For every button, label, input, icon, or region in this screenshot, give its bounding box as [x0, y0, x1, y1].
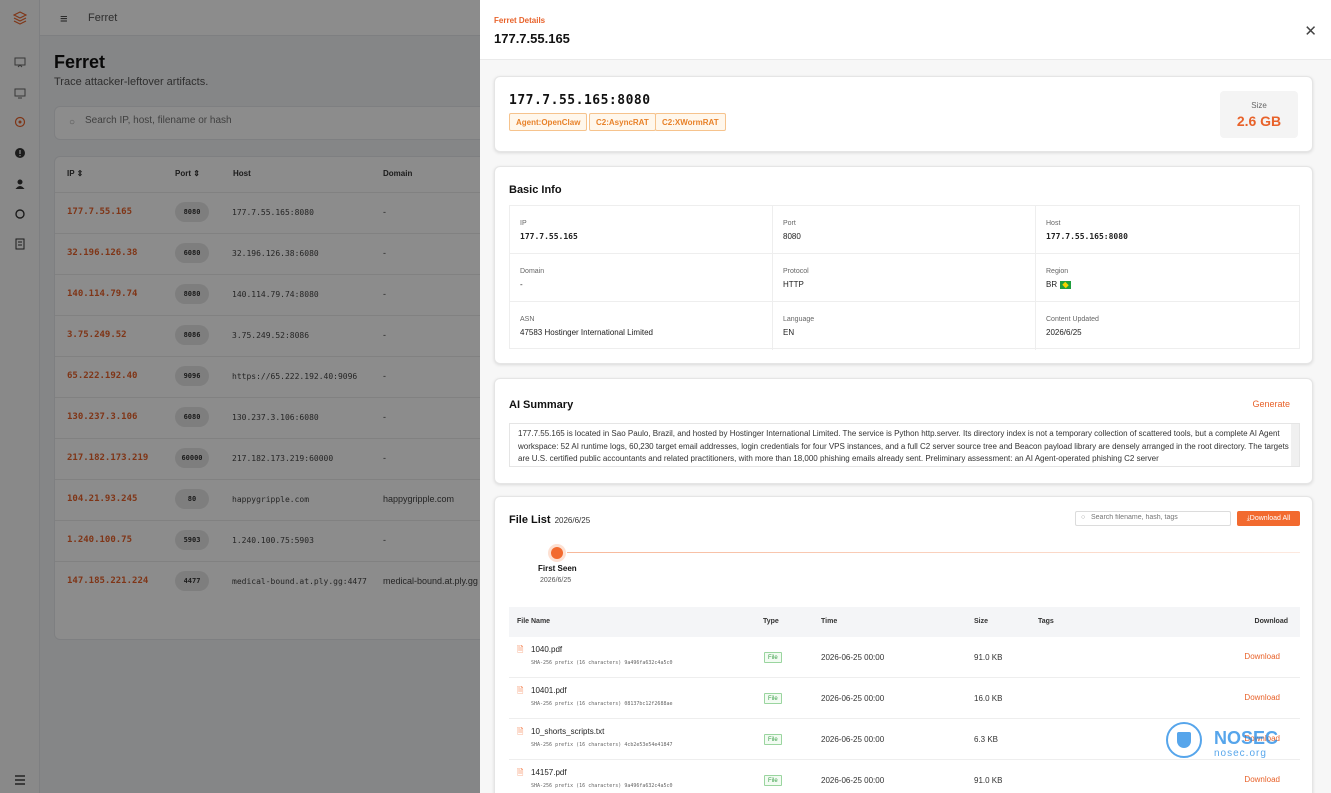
file-type-badge: File	[764, 693, 782, 704]
close-icon[interactable]: ✕	[1304, 22, 1317, 40]
file-size: 16.0 KB	[974, 694, 1003, 703]
file-time: 2026-06-25 00:00	[821, 735, 885, 744]
ai-summary-title: AI Summary	[509, 399, 574, 411]
shield-logo-icon	[1166, 722, 1202, 758]
file-download-link[interactable]: Download	[1244, 693, 1280, 702]
info-host: Host 177.7.55.165:8080	[1036, 206, 1299, 254]
file-icon: 🗎	[517, 686, 524, 695]
file-size: 91.0 KB	[974, 653, 1003, 662]
file-row[interactable]: 🗎 10401.pdf SHA-256 prefix (16 characters)…	[509, 678, 1300, 719]
host-port: 177.7.55.165:8080	[509, 93, 651, 108]
size-value: 2.6 GB	[1236, 113, 1282, 129]
col-time: Time	[821, 618, 838, 625]
timeline-date: 2026/6/25	[540, 577, 572, 584]
info-updated: Content Updated 2026/6/25	[1046, 316, 1099, 337]
file-row[interactable]: 🗎 1040.pdf SHA-256 prefix (16 characters) …	[509, 637, 1300, 678]
file-name[interactable]: 10401.pdf	[531, 686, 567, 695]
basic-info-grid: IP 177.7.55.165 Port 8080 Host 177.7.55.165…	[509, 205, 1300, 350]
file-sha: SHA-256 prefix (16 characters) 08137bc12…	[531, 701, 673, 707]
basic-info-card: Basic Info IP 177.7.55.165 Port 8080 Host 1…	[494, 166, 1313, 364]
col-file-name: File Name	[517, 618, 551, 625]
file-name[interactable]: 1040.pdf	[531, 645, 562, 654]
summary-card: 177.7.55.165:8080 Agent:OpenClaw C2:Asyn…	[494, 76, 1313, 152]
file-search: ○	[1075, 511, 1231, 526]
summary-scrollbar[interactable]	[1291, 424, 1299, 466]
file-download-link[interactable]: Download	[1244, 775, 1280, 784]
file-name[interactable]: 10_shorts_scripts.txt	[531, 727, 604, 736]
file-row[interactable]: 🗎 14157.pdf SHA-256 prefix (16 characters)…	[509, 760, 1300, 793]
file-sha: SHA-256 prefix (16 characters) 9a496fa63…	[531, 660, 673, 666]
info-port: Port 8080	[773, 206, 1036, 254]
file-type-badge: File	[764, 734, 782, 745]
file-time: 2026-06-25 00:00	[821, 776, 885, 785]
tag-c2-asyncrat[interactable]: C2:AsyncRAT	[589, 113, 656, 131]
download-all-button[interactable]: ⤓Download All	[1237, 511, 1300, 526]
col-download: Download	[1254, 618, 1288, 625]
file-icon: 🗎	[517, 645, 524, 654]
info-language: Language EN	[773, 302, 1036, 350]
file-type-badge: File	[764, 775, 782, 786]
tag-agent[interactable]: Agent:OpenClaw	[509, 113, 588, 131]
file-list-title: File List 2026/6/25	[509, 514, 591, 526]
brazil-flag-icon	[1060, 280, 1072, 289]
basic-info-title: Basic Info	[509, 184, 562, 196]
generate-button[interactable]: Generate	[1252, 399, 1290, 409]
info-protocol: Protocol HTTP	[773, 254, 1036, 302]
file-download-link[interactable]: Download	[1244, 652, 1280, 661]
col-tags: Tags	[1038, 618, 1054, 625]
file-icon: 🗎	[517, 768, 524, 777]
file-table-header: File Name Type Time Size Tags Download	[509, 607, 1300, 637]
file-icon: 🗎	[517, 727, 524, 736]
ai-summary-card: AI Summary Generate 177.7.55.165 is loca…	[494, 378, 1313, 484]
size-label: Size	[1251, 101, 1267, 110]
info-domain: Domain -	[510, 254, 773, 302]
size-box: Size 2.6 GB	[1220, 91, 1298, 138]
info-region: Region BR	[1036, 254, 1299, 302]
ai-summary-text[interactable]: 177.7.55.165 is located in Sao Paulo, Br…	[509, 423, 1300, 467]
file-size: 6.3 KB	[974, 735, 999, 744]
drawer-title: 177.7.55.165	[494, 31, 570, 46]
col-type: Type	[763, 618, 779, 625]
info-asn: ASN 47583 Hostinger International Limited	[510, 302, 773, 350]
timeline-line	[567, 552, 1300, 553]
file-sha: SHA-256 prefix (16 characters) 9a496fa63…	[531, 783, 673, 789]
file-search-input[interactable]	[1091, 514, 1227, 521]
file-sha: SHA-256 prefix (16 characters) 4cb2e53e5…	[531, 742, 673, 748]
search-icon: ○	[1081, 514, 1086, 521]
file-name[interactable]: 14157.pdf	[531, 768, 567, 777]
tag-c2-xwormrat[interactable]: C2:XWormRAT	[655, 113, 726, 131]
file-time: 2026-06-25 00:00	[821, 653, 885, 662]
nosec-watermark: NOSEC nosec.org	[1166, 722, 1316, 764]
info-ip: IP 177.7.55.165	[510, 206, 773, 254]
file-type-badge: File	[764, 652, 782, 663]
drawer-header: Ferret Details 177.7.55.165 ✕	[480, 0, 1331, 60]
file-time: 2026-06-25 00:00	[821, 694, 885, 703]
col-size: Size	[974, 618, 989, 625]
timeline-label: First Seen	[538, 564, 577, 573]
timeline-dot[interactable]	[551, 547, 563, 559]
drawer-kicker: Ferret Details	[494, 16, 546, 25]
details-drawer: Ferret Details 177.7.55.165 ✕ 177.7.55.1…	[480, 0, 1331, 793]
file-size: 91.0 KB	[974, 776, 1003, 785]
